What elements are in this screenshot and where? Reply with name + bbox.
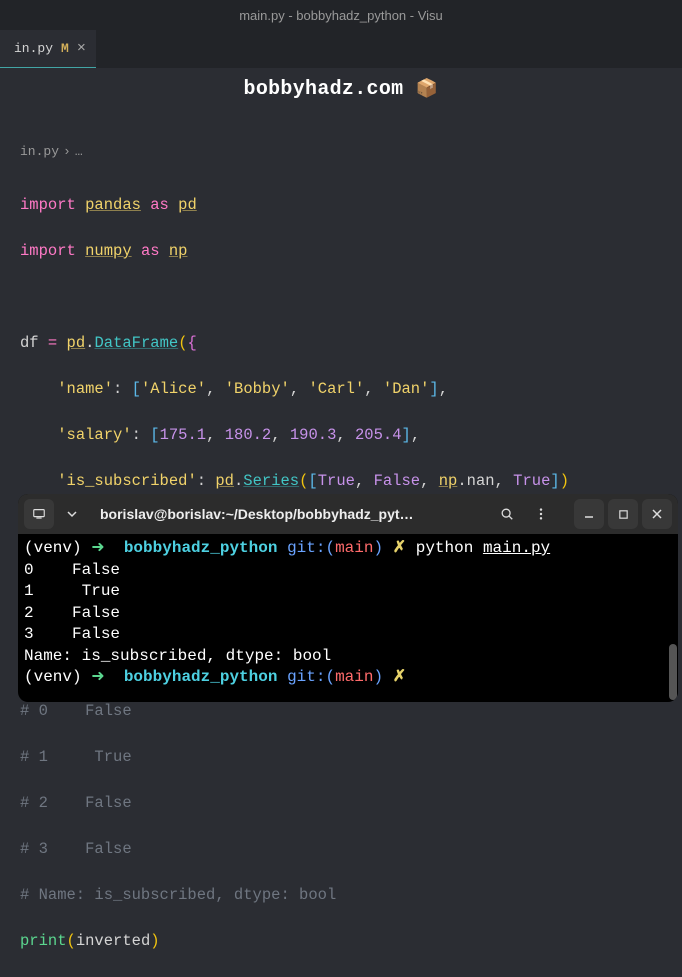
terminal-output: Name: is_subscribed, dtype: bool	[24, 647, 331, 665]
tab-bar: in.py M ×	[0, 30, 682, 68]
minimize-icon	[583, 508, 595, 520]
close-button[interactable]	[642, 499, 672, 529]
chevron-right-icon: ›	[63, 144, 71, 159]
window-title: main.py - bobbyhadz_python - Visu	[239, 8, 443, 23]
maximize-icon	[618, 509, 629, 520]
terminal-window: borislav@borislav:~/Desktop/bobbyhadz_py…	[18, 494, 678, 702]
minimize-button[interactable]	[574, 499, 604, 529]
code-line: # Name: is_subscribed, dtype: bool	[20, 884, 662, 907]
code-line: 'salary': [175.1, 180.2, 190.3, 205.4],	[20, 424, 662, 447]
tab-main-py[interactable]: in.py M ×	[0, 30, 96, 68]
maximize-button[interactable]	[608, 499, 638, 529]
search-button[interactable]	[492, 499, 522, 529]
terminal-output: 3 False	[24, 625, 120, 643]
code-line: print(inverted)	[20, 930, 662, 953]
code-line	[20, 286, 662, 309]
tab-modified-indicator: M	[61, 41, 69, 56]
breadcrumb-file: in.py	[20, 144, 59, 159]
terminal-output: 0 False	[24, 561, 120, 579]
breadcrumb-more: …	[75, 144, 83, 159]
tab-filename: in.py	[14, 41, 53, 56]
chevron-down-icon	[67, 509, 77, 519]
code-line: import numpy as np	[20, 240, 662, 263]
kebab-icon	[534, 507, 548, 521]
breadcrumb[interactable]: in.py › …	[20, 138, 662, 171]
box-icon: 📦	[416, 80, 439, 100]
computer-icon	[32, 507, 46, 521]
header-text: bobbyhadz.com	[244, 78, 404, 101]
terminal-title: borislav@borislav:~/Desktop/bobbyhadz_py…	[90, 506, 488, 522]
code-line: # 2 False	[20, 792, 662, 815]
code-line: 'name': ['Alice', 'Bobby', 'Carl', 'Dan'…	[20, 378, 662, 401]
code-line: # 0 False	[20, 700, 662, 723]
terminal-output: 1 True	[24, 582, 120, 600]
menu-button[interactable]	[526, 499, 556, 529]
code-line: df = pd.DataFrame({	[20, 332, 662, 355]
page-title: bobbyhadz.com 📦	[0, 68, 682, 115]
code-line: 'is_subscribed': pd.Series([True, False,…	[20, 470, 662, 493]
scrollbar[interactable]	[669, 644, 677, 700]
terminal-body[interactable]: (venv) ➜ bobbyhadz_python git:(main) ✗ p…	[18, 534, 678, 702]
code-line: # 3 False	[20, 838, 662, 861]
terminal-header: borislav@borislav:~/Desktop/bobbyhadz_py…	[18, 494, 678, 534]
close-icon[interactable]: ×	[77, 40, 86, 57]
window-title-bar: main.py - bobbyhadz_python - Visu	[0, 0, 682, 30]
code-line: import pandas as pd	[20, 194, 662, 217]
dropdown-button[interactable]	[58, 500, 86, 528]
close-icon	[651, 508, 663, 520]
search-icon	[500, 507, 514, 521]
new-tab-button[interactable]	[24, 499, 54, 529]
terminal-output: 2 False	[24, 604, 120, 622]
code-line: # 1 True	[20, 746, 662, 769]
